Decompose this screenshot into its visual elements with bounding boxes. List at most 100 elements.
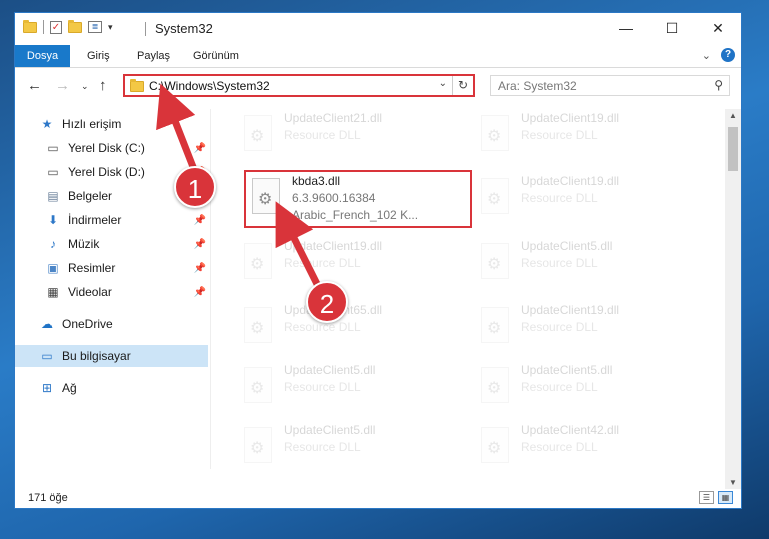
close-button[interactable]: ✕	[695, 13, 741, 43]
dll-file-icon	[244, 427, 272, 463]
callout-badge-1: 1	[174, 166, 216, 208]
properties-check-icon[interactable]: ✓	[50, 20, 62, 34]
file-name: UpdateClient5.dll	[521, 363, 613, 377]
dll-file-icon	[244, 243, 272, 279]
tab-home[interactable]: Giriş	[87, 45, 110, 67]
file-item[interactable]: UpdateClient42.dll Resource DLL	[475, 421, 700, 469]
star-icon: ★	[41, 117, 53, 131]
details-view-icon[interactable]: ☰	[699, 491, 714, 504]
sidebar-item-music[interactable]: ♪ Müzik 📌	[15, 233, 208, 255]
file-name: UpdateClient19.dll	[284, 239, 383, 253]
address-path: C:\Windows\System32	[149, 79, 270, 93]
pin-icon[interactable]: 📌	[194, 287, 206, 298]
file-type: Resource DLL	[521, 256, 598, 270]
navigation-pane: ★ Hızlı erişim ▭ Yerel Disk (C:) 📌 ▭ Yer…	[15, 109, 211, 469]
view-switcher: ☰ ▦	[699, 491, 733, 504]
search-input[interactable]: Ara: System32 ⚲	[490, 75, 730, 96]
window-controls: — ☐ ✕	[603, 13, 741, 43]
cloud-icon: ☁	[41, 317, 53, 331]
sidebar-item-local-disk-c[interactable]: ▭ Yerel Disk (C:) 📌	[15, 137, 208, 159]
customize-toolbar-dropdown-icon[interactable]: ▾	[108, 22, 113, 33]
file-name: UpdateClient42.dll	[521, 423, 620, 437]
title-divider	[145, 22, 146, 36]
dll-file-icon	[481, 115, 509, 151]
dll-file-icon	[481, 307, 509, 343]
refresh-icon[interactable]: ↻	[452, 76, 473, 95]
dll-file-icon	[244, 115, 272, 151]
tab-share[interactable]: Paylaş	[137, 45, 170, 67]
tab-view[interactable]: Görünüm	[193, 45, 239, 67]
scroll-down-icon[interactable]: ▼	[725, 478, 741, 487]
new-folder-icon[interactable]	[68, 19, 82, 33]
video-icon: ▦	[47, 285, 59, 299]
callout-badge-2: 2	[306, 281, 348, 323]
sidebar-item-downloads[interactable]: ⬇ İndirmeler 📌	[15, 209, 208, 231]
drive-icon: ▭	[47, 165, 59, 179]
dll-file-icon	[244, 367, 272, 403]
file-type: Resource DLL	[284, 440, 361, 454]
minimize-button[interactable]: —	[603, 13, 649, 43]
folder-icon	[23, 19, 37, 33]
file-item[interactable]: UpdateClient5.dll Resource DLL	[238, 361, 463, 417]
item-count: 171 öğe	[28, 492, 68, 504]
file-item[interactable]: UpdateClient5.dll Resource DLL	[475, 361, 700, 417]
pin-icon[interactable]: 📌	[194, 215, 206, 226]
sidebar-item-quick-access[interactable]: ★ Hızlı erişim	[15, 113, 208, 135]
file-item[interactable]: UpdateClient21.dll Resource DLL	[238, 109, 463, 165]
expand-ribbon-chevron-icon[interactable]: ⌄	[702, 49, 711, 62]
help-icon[interactable]: ?	[721, 48, 735, 62]
file-type: Resource DLL	[284, 256, 361, 270]
sidebar-item-onedrive[interactable]: ☁ OneDrive	[15, 313, 208, 335]
sidebar-item-label: Yerel Disk (C:)	[68, 141, 145, 155]
file-item[interactable]: UpdateClient19.dll Resource DLL	[238, 237, 463, 293]
status-bar: 171 öğe ☰ ▦	[15, 489, 741, 509]
maximize-button[interactable]: ☐	[649, 13, 695, 43]
scroll-thumb[interactable]	[728, 127, 738, 171]
download-icon: ⬇	[47, 213, 59, 227]
file-item[interactable]: UpdateClient19.dll Resource DLL	[475, 109, 700, 165]
dll-file-icon	[481, 178, 509, 214]
search-icon[interactable]: ⚲	[714, 78, 723, 92]
file-item[interactable]: UpdateClient5.dll Resource DLL	[238, 421, 463, 469]
file-name: UpdateClient5.dll	[284, 423, 376, 437]
address-bar[interactable]: C:\Windows\System32 ⌄ ↻	[123, 74, 475, 97]
details-icon[interactable]: ≣	[88, 21, 102, 33]
search-placeholder: Ara: System32	[498, 79, 577, 93]
scroll-up-icon[interactable]: ▲	[725, 111, 741, 120]
navigation-bar: ← → ⌄ ↑ C:\Windows\System32 ⌄ ↻ Ara: Sys…	[15, 68, 741, 104]
file-item[interactable]: UpdateClient19.dll Resource DLL	[475, 301, 700, 357]
sidebar-item-videos[interactable]: ▦ Videolar 📌	[15, 281, 208, 303]
file-highlight-box	[244, 170, 472, 228]
dll-file-icon	[481, 427, 509, 463]
sidebar-item-label: Videolar	[68, 285, 112, 299]
tab-file[interactable]: Dosya	[15, 45, 70, 67]
file-name: UpdateClient5.dll	[284, 363, 376, 377]
file-item[interactable]: UpdateClient5.dll Resource DLL	[475, 237, 700, 293]
recent-locations-chevron-icon[interactable]: ⌄	[81, 81, 89, 92]
up-arrow-icon[interactable]: ↑	[99, 77, 107, 94]
dll-file-icon	[481, 243, 509, 279]
file-item[interactable]: UpdateClient19.dll Resource DLL	[475, 172, 700, 228]
file-name: UpdateClient19.dll	[521, 111, 620, 125]
pictures-icon: ▣	[47, 261, 59, 275]
documents-icon: ▤	[47, 189, 59, 203]
vertical-scrollbar[interactable]: ▲ ▼	[725, 109, 741, 489]
forward-arrow-icon[interactable]: →	[55, 77, 70, 94]
pin-icon[interactable]: 📌	[194, 239, 206, 250]
file-name: UpdateClient19.dll	[521, 303, 620, 317]
file-type: Resource DLL	[284, 380, 361, 394]
back-arrow-icon[interactable]: ←	[27, 77, 42, 94]
sidebar-item-pictures[interactable]: ▣ Resimler 📌	[15, 257, 208, 279]
sidebar-item-label: Müzik	[68, 237, 100, 251]
sidebar-item-label: Bu bilgisayar	[62, 349, 131, 363]
folder-icon	[130, 79, 144, 92]
address-dropdown-icon[interactable]: ⌄	[439, 78, 447, 89]
file-type: Resource DLL	[284, 128, 361, 142]
sidebar-item-this-pc[interactable]: ▭ Bu bilgisayar	[15, 345, 208, 367]
quick-access-toolbar: ✓ ≣ ▾	[23, 19, 113, 34]
sidebar-item-network[interactable]: ⊞ Ağ	[15, 377, 208, 399]
file-item[interactable]: UpdateClient65.dll Resource DLL	[238, 301, 463, 357]
pin-icon[interactable]: 📌	[194, 143, 206, 154]
tiles-view-icon[interactable]: ▦	[718, 491, 733, 504]
pin-icon[interactable]: 📌	[194, 263, 206, 274]
